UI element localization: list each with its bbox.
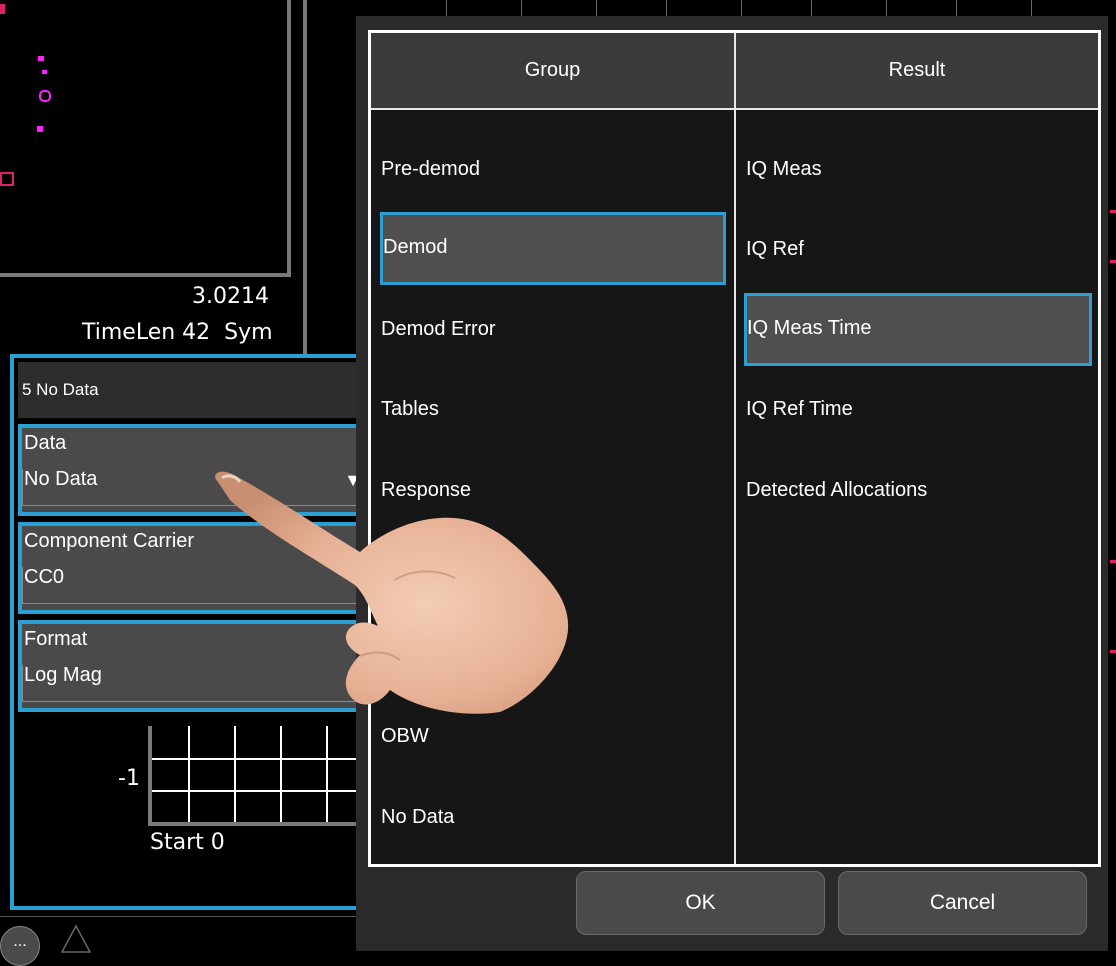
ok-button[interactable]: OK [576,871,825,935]
trace-marker [0,172,14,186]
data-label: Data [24,432,67,454]
trace-pane-border [0,0,291,277]
edge-marker [1110,210,1116,213]
trace-value: 3.0214 [192,284,269,309]
trace-marker-ring [39,90,51,102]
component-carrier-label: Component Carrier [24,530,195,552]
component-carrier-value: CC0 [24,566,65,588]
panel-divider [0,916,360,917]
format-label: Format [24,628,88,650]
group-item-no-data[interactable]: No Data [371,782,721,852]
result-item-iq-meas[interactable]: IQ Meas [736,134,1086,204]
axis-value: -1 [118,766,140,791]
edge-marker [1110,260,1116,263]
edge-marker [1110,650,1116,653]
more-button[interactable]: ... [0,926,40,966]
dialog-list-area: Group Result Pre-demod Demod Demod Error… [368,30,1101,867]
trace-marker [42,70,47,74]
pane-divider [303,0,307,360]
data-value: No Data [24,468,98,490]
trace-marker [0,4,5,14]
result-item-detected-allocations[interactable]: Detected Allocations [736,455,1086,525]
edge-marker [1110,560,1116,563]
triangle-icon[interactable] [60,924,92,954]
group-item-tables[interactable]: Tables [371,374,721,444]
result-item-iq-meas-time[interactable]: IQ Meas Time [744,293,1092,366]
pointing-hand-icon [215,471,569,714]
time-length-label: TimeLen 42 Sym [82,320,273,345]
cancel-button[interactable]: Cancel [838,871,1087,935]
result-item-iq-ref[interactable]: IQ Ref [736,214,1086,284]
result-item-iq-ref-time[interactable]: IQ Ref Time [736,374,1086,444]
trace-marker [37,126,43,132]
trace-header[interactable]: 5 No Data [18,362,366,418]
result-column-header: Result [736,33,1098,108]
trace-marker [38,56,44,61]
trace-grid [148,726,362,826]
format-value: Log Mag [24,664,102,686]
start-label: Start 0 [150,830,225,855]
group-item-pre-demod[interactable]: Pre-demod [371,134,721,204]
group-item-demod[interactable]: Demod [380,212,726,285]
group-column-header: Group [371,33,734,108]
group-item-demod-error[interactable]: Demod Error [371,294,721,364]
